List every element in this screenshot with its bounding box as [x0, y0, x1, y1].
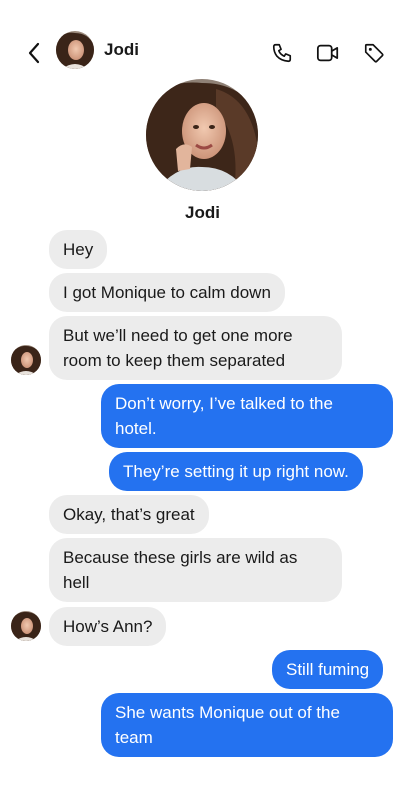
contact-avatar[interactable]	[56, 31, 94, 69]
message-text: How’s Ann?	[63, 617, 153, 636]
message-bubble-outgoing[interactable]: They’re setting it up right now.	[109, 452, 363, 491]
message-bubble-incoming[interactable]: How’s Ann?	[49, 607, 167, 646]
phone-icon	[272, 43, 292, 63]
message-text: I got Monique to calm down	[63, 283, 271, 302]
back-button[interactable]	[22, 40, 46, 66]
message-bubble-incoming[interactable]: Because these girls are wild as hell	[49, 538, 342, 602]
tag-icon	[364, 43, 384, 63]
video-call-button[interactable]	[315, 40, 341, 66]
contact-name[interactable]: Jodi	[104, 40, 139, 60]
message-bubble-incoming[interactable]: Okay, that’s great	[49, 495, 209, 534]
message-text: But we’ll need to get one more room to k…	[63, 326, 293, 370]
message-bubble-outgoing[interactable]: Still fuming	[272, 650, 384, 689]
message-text: Don’t worry, I’ve talked to the hotel.	[115, 394, 333, 438]
message-bubble-outgoing[interactable]: She wants Monique out of the team	[101, 693, 393, 757]
message-text: Hey	[63, 240, 94, 259]
tag-button[interactable]	[361, 40, 387, 66]
message-bubble-outgoing[interactable]: Don’t worry, I’ve talked to the hotel.	[101, 384, 393, 448]
message-bubble-incoming[interactable]: I got Monique to calm down	[49, 273, 285, 312]
call-button[interactable]	[269, 40, 295, 66]
profile-photo[interactable]	[146, 79, 258, 191]
message-text: She wants Monique out of the team	[115, 703, 340, 747]
message-text: They’re setting it up right now.	[123, 462, 349, 481]
message-bubble-incoming[interactable]: But we’ll need to get one more room to k…	[49, 316, 342, 380]
message-bubble-incoming[interactable]: Hey	[49, 230, 108, 269]
chevron-left-icon	[28, 42, 40, 64]
message-text: Still fuming	[286, 660, 370, 679]
message-text: Because these girls are wild as hell	[63, 548, 298, 592]
sender-avatar	[11, 345, 41, 375]
sender-avatar	[11, 611, 41, 641]
video-camera-icon	[316, 44, 339, 62]
profile-name: Jodi	[185, 203, 220, 222]
message-text: Okay, that’s great	[63, 505, 195, 524]
